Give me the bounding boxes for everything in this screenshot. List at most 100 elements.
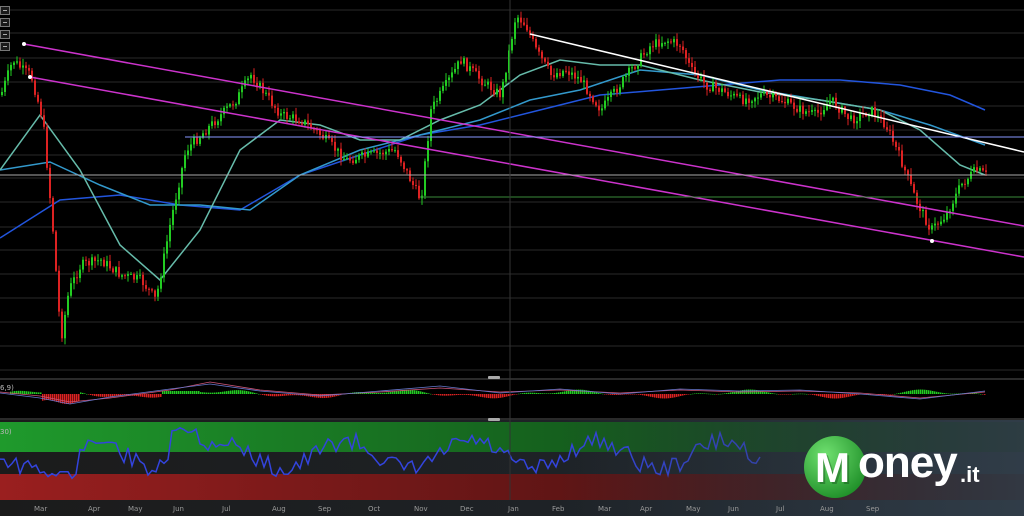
candle-body <box>628 67 630 76</box>
oscillator-bar <box>600 393 602 394</box>
candle-body <box>457 61 459 69</box>
candle-body <box>391 148 393 151</box>
oscillator-bar <box>508 394 510 397</box>
oscillator-bar <box>632 394 634 395</box>
candle-body <box>565 70 567 72</box>
candle-body <box>514 22 516 39</box>
oscillator-bar <box>484 394 486 398</box>
candle-body <box>409 170 411 182</box>
candle-body <box>946 211 948 220</box>
candle-body <box>505 72 507 82</box>
candle-body <box>28 68 30 71</box>
oscillator-bar <box>730 392 732 394</box>
oscillator-bar <box>550 393 552 394</box>
logo-wordmark: oney <box>858 438 958 487</box>
oscillator-bar <box>782 394 784 395</box>
oscillator-bar <box>716 394 718 395</box>
oscillator-bar <box>916 389 918 394</box>
oscillator-bar <box>26 391 28 394</box>
oscillator-bar <box>780 394 782 395</box>
oscillator-bar <box>852 394 854 396</box>
candle-body <box>466 58 468 71</box>
oscillator-bar <box>188 391 190 394</box>
oscillator-bar <box>688 394 690 395</box>
panel-resize-handle[interactable] <box>488 376 500 379</box>
oscillator-bar <box>68 394 70 404</box>
candle-body <box>958 185 960 194</box>
oscillator-bar <box>904 391 906 394</box>
oscillator-bar <box>220 391 222 394</box>
oscillator-bar <box>912 390 914 394</box>
toolbar-button[interactable] <box>0 42 10 51</box>
oscillator-bar <box>200 392 202 394</box>
oscillator-bar <box>268 394 270 396</box>
oscillator-bar <box>910 390 912 394</box>
toolbar-button[interactable] <box>0 30 10 39</box>
oscillator-bar <box>78 394 80 402</box>
oscillator-bar <box>50 394 52 401</box>
oscillator-bar <box>480 394 482 397</box>
oscillator-bar <box>88 394 90 395</box>
oscillator-bar <box>386 392 388 394</box>
candle-body <box>787 98 789 104</box>
candle-body <box>187 150 189 156</box>
candle-body <box>169 224 171 242</box>
candle-body <box>661 43 663 47</box>
oscillator-bar <box>802 393 804 395</box>
oscillator-bar <box>552 393 554 394</box>
candle-body <box>442 85 444 91</box>
x-axis-tick-label: Dec <box>460 505 474 513</box>
logo-tld: .it <box>960 462 980 487</box>
candle-body <box>745 98 747 105</box>
candle-body <box>550 65 552 76</box>
toolbar-button[interactable] <box>0 6 10 15</box>
candle-body <box>694 66 696 74</box>
candle-body <box>436 100 438 102</box>
oscillator-bar <box>672 394 674 398</box>
candle-body <box>355 159 357 164</box>
oscillator-bar <box>530 392 532 394</box>
oscillator-bar <box>792 393 794 395</box>
candle-body <box>964 183 966 185</box>
oscillator-bar <box>682 394 684 396</box>
oscillator-bar <box>660 394 662 399</box>
oscillator-bar <box>512 394 514 396</box>
candle-body <box>58 270 60 312</box>
oscillator-bar <box>684 394 686 396</box>
candle-body <box>241 86 243 93</box>
candle-body <box>766 91 768 96</box>
candle-body <box>127 274 129 276</box>
oscillator-bar <box>144 394 146 398</box>
candle-body <box>172 209 174 225</box>
candle-body <box>715 82 717 89</box>
oscillator-bar <box>254 392 256 394</box>
candle-body <box>556 73 558 78</box>
oscillator-bar <box>210 392 212 394</box>
toolbar-button[interactable] <box>0 18 10 27</box>
candle-body <box>103 259 105 267</box>
x-axis-tick-label: Jan <box>508 505 519 513</box>
candle-body <box>427 141 429 162</box>
oscillator-bar <box>728 392 730 394</box>
candle-body <box>79 269 81 279</box>
oscillator-bar <box>544 393 546 394</box>
oscillator-bar <box>440 394 442 396</box>
oscillator-bar <box>48 394 50 401</box>
oscillator-bar <box>520 393 522 394</box>
candle-body <box>484 84 486 86</box>
candle-body <box>223 107 225 115</box>
candle-body <box>10 64 12 71</box>
candle-body <box>460 61 462 64</box>
oscillator-bar <box>228 390 230 394</box>
candle-body <box>613 88 615 92</box>
candle-body <box>214 121 216 126</box>
oscillator-bar <box>246 390 248 394</box>
candle-body <box>886 127 888 130</box>
oscillator-bar <box>202 392 204 394</box>
panel-resize-handle[interactable] <box>488 418 500 421</box>
oscillator-bar <box>142 394 144 397</box>
oscillator-bar <box>450 394 452 396</box>
oscillator-bar <box>982 394 984 395</box>
candle-body <box>559 73 561 77</box>
candle-body <box>736 93 738 96</box>
